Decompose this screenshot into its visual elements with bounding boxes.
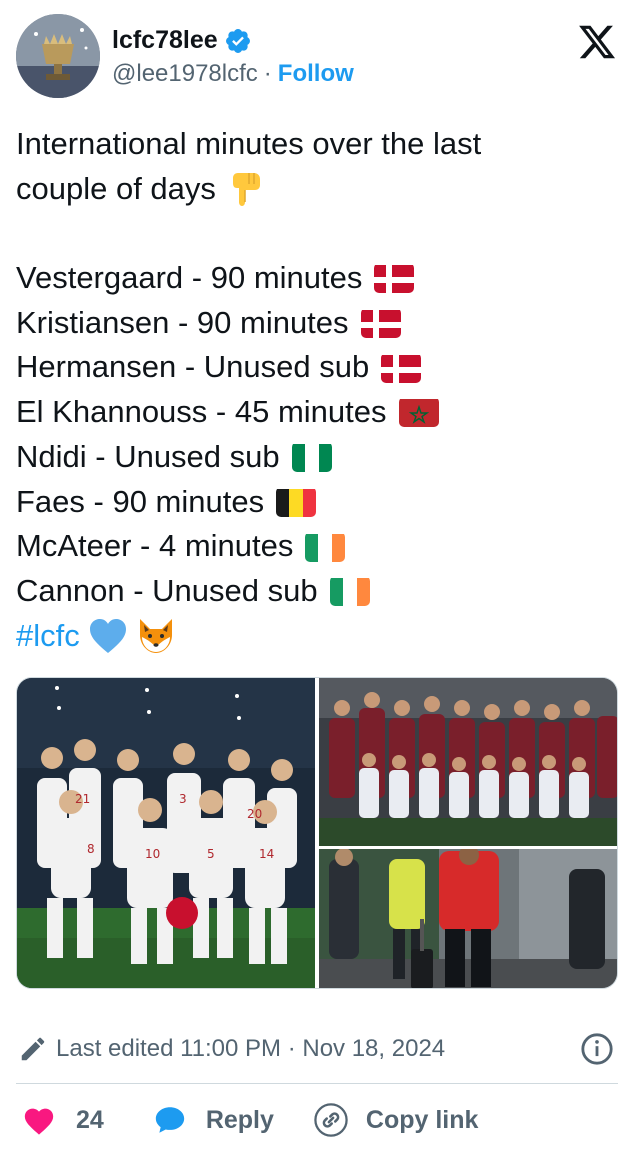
avatar[interactable] [16,14,100,98]
player-line: McAteer - 4 minutes [16,524,616,569]
action-bar: 24 Reply Copy link [16,1098,616,1142]
denmark-flag-icon [360,308,401,339]
reply-button[interactable]: Reply [152,1103,274,1137]
player-line: Vestergaard - 90 minutes [16,256,616,301]
ireland-flag-icon [305,532,346,562]
morocco-lineup-photo[interactable] [319,678,617,846]
denmark-flag-icon [374,263,415,294]
player-text: Hermansen - Unused sub [16,349,370,385]
svg-text:21: 21 [75,792,90,806]
player-arrival-photo[interactable] [319,849,617,988]
reply-label: Reply [205,1105,274,1134]
svg-text:3: 3 [179,792,187,806]
nigeria-flag-icon [291,442,332,473]
blue-heart-emoji-icon [89,618,126,653]
tweet-intro-line: couple of days [16,167,616,212]
like-count: 24 [76,1105,104,1134]
pencil-icon [21,1037,45,1061]
intro-text-1: International minutes over the last [16,126,482,161]
handle[interactable]: @lee1978lcfc [112,60,258,88]
svg-text:20: 20 [247,807,262,821]
x-logo-icon[interactable] [577,22,617,62]
player-text: Cannon - Unused sub [16,572,318,608]
avatar-trophy-image [16,14,100,98]
svg-text:10: 10 [145,847,160,861]
tweet-text: International minutes over the last coup… [16,122,616,658]
player-text: El Khannouss - 45 minutes [16,394,387,430]
verified-badge-icon [225,28,250,53]
info-icon[interactable] [580,1032,614,1066]
player-line: Ndidi - Unused sub [16,435,616,480]
fox-emoji-icon [139,618,172,653]
reply-bubble-icon [155,1107,184,1133]
morocco-flag-icon [398,397,439,428]
follow-button[interactable]: Follow [278,60,354,88]
svg-text:8: 8 [87,842,95,856]
player-line: Faes - 90 minutes [16,480,616,525]
player-line: Cannon - Unused sub [16,569,616,614]
intro-text-2: couple of days [16,170,216,206]
display-name[interactable]: lcfc78lee [112,26,218,55]
svg-text:14: 14 [259,847,274,861]
svg-text:5: 5 [207,847,215,861]
hashtag-line: #lcfc [16,614,616,659]
player-line: El Khannouss - 45 minutes [16,390,616,435]
tweet-intro-line: International minutes over the last [16,122,616,167]
player-text: Kristiansen - 90 minutes [16,304,349,340]
player-text: Ndidi - Unused sub [16,438,280,474]
player-text: Vestergaard - 90 minutes [16,260,363,296]
copy-link-label: Copy link [365,1105,479,1134]
separator-dot: · [263,60,272,87]
edited-row: Last edited 11:00 PM · Nov 18, 2024 [16,1030,616,1068]
hashtag-link[interactable]: #lcfc [16,614,80,659]
heart-icon [24,1108,54,1135]
last-edited-timestamp[interactable]: Last edited 11:00 PM · Nov 18, 2024 [56,1035,445,1063]
pointing-down-hand-icon [232,173,260,207]
media-grid: 21 3 20 8 10 5 14 [16,677,618,989]
tweet-header: lcfc78lee @lee1978lcfc · Follow [16,12,625,100]
denmark-flag-icon [381,353,422,383]
player-line: Kristiansen - 90 minutes [16,301,616,346]
link-icon [314,1103,348,1137]
ireland-flag-icon [329,576,370,607]
player-line: Hermansen - Unused sub [16,345,616,390]
divider [16,1083,618,1084]
player-text: McAteer - 4 minutes [16,528,294,564]
like-button[interactable]: 24 [22,1104,104,1136]
copy-link-button[interactable]: Copy link [314,1103,479,1137]
player-text: Faes - 90 minutes [16,483,265,519]
belgium-flag-icon [276,487,317,517]
denmark-team-photo[interactable]: 21 3 20 8 10 5 14 [17,678,315,988]
